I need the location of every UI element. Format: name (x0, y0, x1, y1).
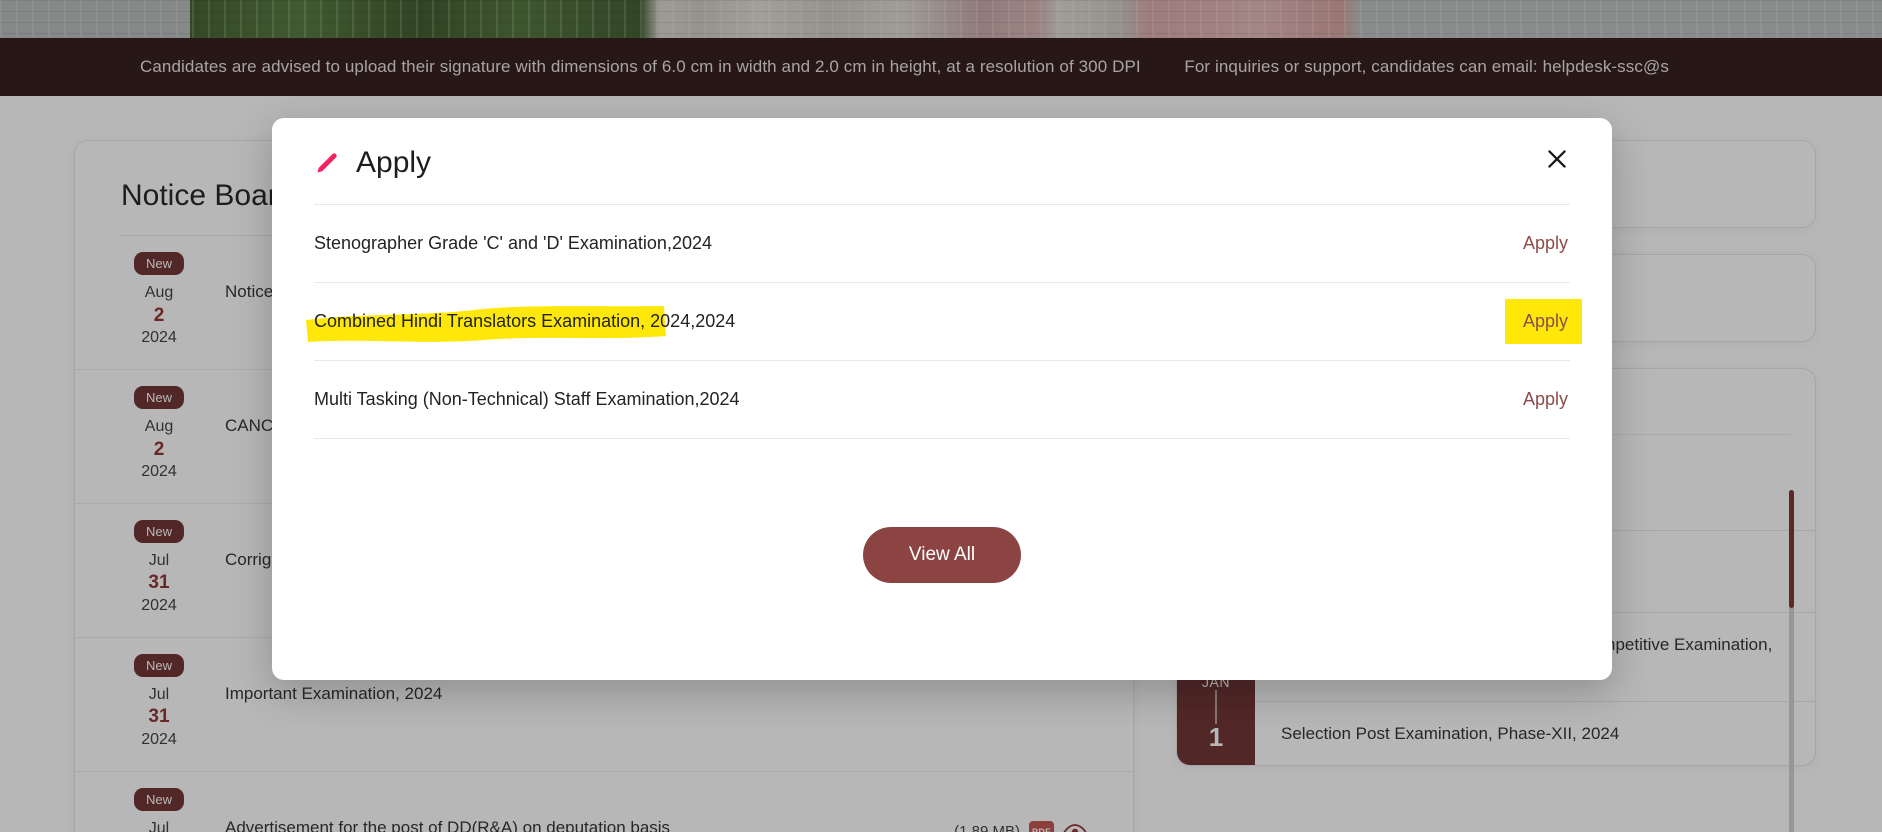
apply-link[interactable]: Apply (1504, 299, 1582, 344)
pencil-icon (314, 150, 340, 176)
app-root: Candidates are advised to upload their s… (0, 0, 1882, 832)
apply-modal: Apply Stenographer Grade 'C' and 'D' Exa… (272, 118, 1612, 680)
view-all-button[interactable]: View All (862, 527, 1022, 583)
close-icon[interactable] (1540, 142, 1574, 176)
exam-name: Stenographer Grade 'C' and 'D' Examinati… (314, 233, 712, 253)
modal-title: Apply (356, 146, 432, 179)
apply-row: Multi Tasking (Non-Technical) Staff Exam… (314, 361, 1570, 439)
apply-row: Stenographer Grade 'C' and 'D' Examinati… (314, 205, 1570, 283)
modal-header: Apply (272, 118, 1612, 180)
apply-list: Stenographer Grade 'C' and 'D' Examinati… (272, 205, 1612, 439)
apply-row: Combined Hindi Translators Examination, … (306, 283, 1582, 361)
apply-link-label: Apply (1522, 311, 1568, 331)
highlighted-exam-name-wrap: Combined Hindi Translators Examination, … (306, 306, 736, 342)
apply-link[interactable]: Apply (1521, 387, 1570, 412)
exam-name: Combined Hindi Translators Examination, … (314, 311, 736, 331)
modal-footer: View All (272, 439, 1612, 583)
apply-link[interactable]: Apply (1521, 231, 1570, 256)
exam-name: Multi Tasking (Non-Technical) Staff Exam… (314, 389, 740, 409)
